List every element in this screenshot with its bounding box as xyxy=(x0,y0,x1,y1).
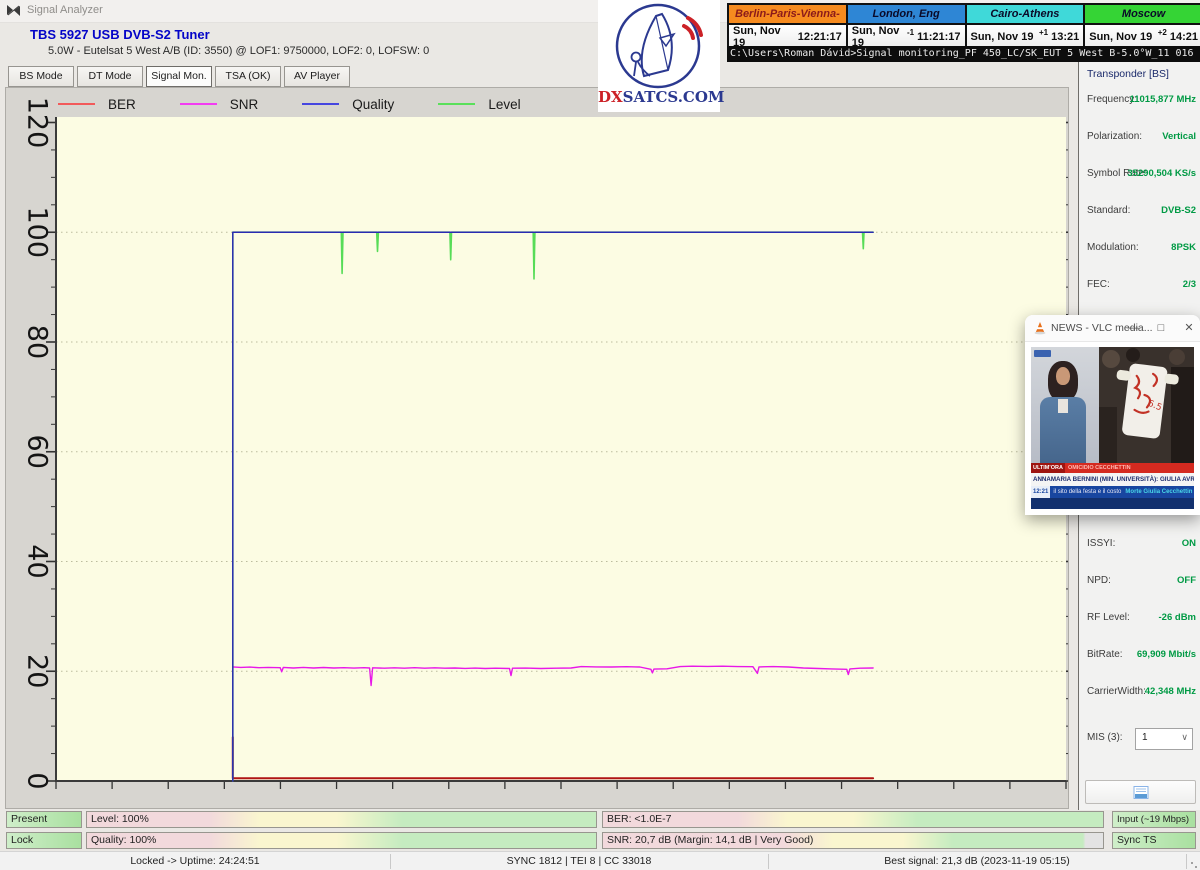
svg-text:80: 80 xyxy=(22,325,53,359)
ber-meter: BER: <1.0E-7 xyxy=(602,811,1104,828)
ber-line-swatch xyxy=(58,103,95,105)
screen: Signal Analyzer TBS 5927 USB DVB-S2 Tune… xyxy=(0,0,1200,870)
status-best-signal: Best signal: 21,3 dB (2023-11-19 05:15) xyxy=(768,852,1186,870)
tuner-title: TBS 5927 USB DVB-S2 Tuner xyxy=(30,27,210,42)
dxsatcs-logo-text: DXSATCS.COM xyxy=(598,88,720,106)
quality-meter: Quality: 100% xyxy=(86,832,597,849)
field-rf-level: RF Level:-26 dBm xyxy=(1079,612,1200,626)
status-divider xyxy=(1186,854,1187,869)
clock-berlin: Berlin-Paris-Vienna-Roma Sun, Nov 1912:2… xyxy=(729,5,846,48)
close-button[interactable]: ✕ xyxy=(1181,321,1197,336)
lock-indicator: Lock xyxy=(6,832,82,849)
chart-legend: BER SNR Quality Level xyxy=(58,95,521,113)
save-settings-button[interactable] xyxy=(1085,780,1196,804)
world-clocks: Berlin-Paris-Vienna-Roma Sun, Nov 1912:2… xyxy=(727,3,1200,50)
field-fec: FEC:2/3 xyxy=(1079,279,1200,293)
clock-london-city: London, Eng xyxy=(848,5,965,23)
tab-tsa[interactable]: TSA (OK) xyxy=(215,66,281,87)
svg-text:100: 100 xyxy=(22,206,53,258)
chevron-down-icon: ∨ xyxy=(1181,732,1188,743)
anchor-face xyxy=(1056,367,1070,385)
status-bar: Locked -> Uptime: 24:24:51 SYNC 1812 | T… xyxy=(0,851,1200,870)
news-headline: ANNAMARIA BERNINI (MIN. UNIVERSITÀ): GIU… xyxy=(1031,473,1194,486)
legend-item-ber: BER xyxy=(58,97,136,112)
svg-text:20: 20 xyxy=(22,654,53,688)
status-divider xyxy=(390,854,391,869)
window-title: Signal Analyzer xyxy=(27,4,103,16)
legend-item-quality: Quality xyxy=(302,97,394,112)
breaking-news-banner: ULTIM'ORA OMICIDIO CECCHETTIN xyxy=(1031,463,1194,473)
news-ticker: 12:21 il sito della festa e il costo Mor… xyxy=(1031,486,1194,498)
sync-ts-indicator: Sync TS xyxy=(1112,832,1196,849)
clock-london: London, Eng Sun, Nov 19-111:21:17 xyxy=(848,5,965,48)
clock-moscow: Moscow Sun, Nov 19+214:21 xyxy=(1085,5,1200,48)
level-line-swatch xyxy=(438,103,475,105)
signal-chart: 0 20 40 60 80 100 120 xyxy=(6,88,1068,806)
resize-grip[interactable] xyxy=(1190,861,1198,869)
clock-cairo: Cairo-Athens Sun, Nov 19+113:21 xyxy=(967,5,1084,48)
ticker-time: 12:21 xyxy=(1031,486,1050,498)
input-indicator: Input (~19 Mbps) xyxy=(1112,811,1196,828)
svg-text:40: 40 xyxy=(22,544,53,578)
clock-berlin-city: Berlin-Paris-Vienna-Roma xyxy=(729,5,846,23)
field-standard: Standard:DVB-S2 xyxy=(1079,205,1200,219)
present-indicator: Present xyxy=(6,811,82,828)
app-icon xyxy=(7,4,20,22)
mis-dropdown[interactable]: 1 ∨ xyxy=(1135,728,1193,750)
tuner-subtitle: 5.0W - Eutelsat 5 West A/B (ID: 3550) @ … xyxy=(48,45,429,57)
ultimora-tag: ULTIM'ORA xyxy=(1031,463,1065,473)
clock-cairo-city: Cairo-Athens xyxy=(967,5,1084,23)
status-uptime: Locked -> Uptime: 24:24:51 xyxy=(0,852,390,870)
signal-monitor-panel: 0 20 40 60 80 100 120 BER SNR Quality Level xyxy=(5,87,1069,809)
snr-meter: SNR: 20,7 dB (Margin: 14,1 dB | Very Goo… xyxy=(602,832,1104,849)
status-divider xyxy=(768,854,769,869)
tab-bs-mode[interactable]: BS Mode xyxy=(8,66,74,87)
maximize-button[interactable]: □ xyxy=(1153,321,1169,336)
vlc-cone-icon xyxy=(1033,321,1047,335)
field-symbol-rate: Symbol Rate:35290,504 KS/s xyxy=(1079,168,1200,182)
terminal-prompt[interactable]: C:\Users\Roman Dávid>Signal monitoring_P… xyxy=(727,46,1200,62)
news-anchor-scene xyxy=(1031,347,1099,463)
tab-av-player[interactable]: AV Player xyxy=(284,66,350,87)
field-frequency: Frequency:11015,877 MHz xyxy=(1079,94,1200,108)
vlc-titlebar[interactable]: NEWS - VLC media... — □ ✕ xyxy=(1025,315,1200,342)
vlc-video-frame[interactable]: 6.5 ULTIM'ORA OMICIDIO CECCHETTIN ANNAMA… xyxy=(1031,347,1194,509)
legend-item-level: Level xyxy=(438,97,520,112)
ticker-bottom-strip xyxy=(1031,498,1194,509)
crowd-shirt-graphic: 6.5 xyxy=(1099,347,1194,463)
clock-moscow-city: Moscow xyxy=(1085,5,1200,23)
tab-signal-mon[interactable]: Signal Mon. xyxy=(146,66,212,87)
minimize-button[interactable]: — xyxy=(1125,321,1141,336)
field-issyi: ISSYI:ON xyxy=(1079,538,1200,552)
field-polarization: Polarization:Vertical xyxy=(1079,131,1200,145)
snr-line-swatch xyxy=(180,103,217,105)
status-sync-counters: SYNC 1812 | TEI 8 | CC 33018 xyxy=(390,852,768,870)
svg-text:120: 120 xyxy=(22,97,53,149)
broadcaster-logo xyxy=(1034,350,1051,357)
svg-text:0: 0 xyxy=(22,772,53,789)
level-meter: Level: 100% xyxy=(86,811,597,828)
field-npd: NPD:OFF xyxy=(1079,575,1200,589)
field-modulation: Modulation:8PSK xyxy=(1079,242,1200,256)
legend-item-snr: SNR xyxy=(180,97,259,112)
dxsatcs-logo: DXSATCS.COM xyxy=(598,0,720,112)
anchor-shirt xyxy=(1058,399,1068,413)
field-carrier-width: CarrierWidth:42,348 MHz xyxy=(1079,686,1200,700)
vlc-window: NEWS - VLC media... — □ ✕ xyxy=(1025,315,1200,515)
tab-bar: BS Mode DT Mode Signal Mon. TSA (OK) AV … xyxy=(8,66,350,86)
field-bitrate: BitRate:69,909 Mbit/s xyxy=(1079,649,1200,663)
svg-text:60: 60 xyxy=(22,435,53,469)
tab-dt-mode[interactable]: DT Mode xyxy=(77,66,143,87)
disk-icon xyxy=(1133,786,1149,799)
satellite-dish-icon xyxy=(598,0,720,90)
sidebar-title: Transponder [BS] xyxy=(1087,68,1169,80)
protest-crowd-scene: 6.5 xyxy=(1099,347,1194,463)
quality-line-swatch xyxy=(302,103,339,105)
field-mis: MIS (3): 1 ∨ xyxy=(1079,732,1200,746)
